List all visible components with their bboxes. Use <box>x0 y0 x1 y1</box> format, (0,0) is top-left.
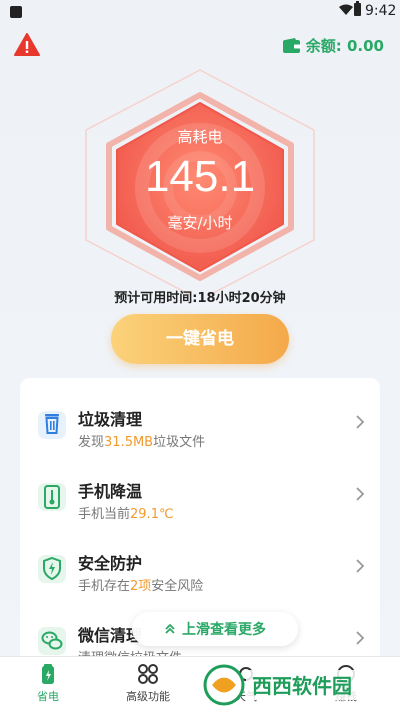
chevron-right-icon <box>356 631 365 645</box>
wallet-icon <box>282 38 301 53</box>
list-item-subtitle: 手机存在2项安全风险 <box>78 579 204 594</box>
status-bar: 9:42 <box>0 0 400 26</box>
meter-value: 145.1 <box>144 152 256 201</box>
wifi-icon <box>339 4 353 15</box>
chevron-right-icon <box>356 487 365 501</box>
chevron-right-icon <box>356 415 365 429</box>
warning-icon[interactable] <box>14 33 40 57</box>
list-item-subtitle: 手机当前29.1℃ <box>78 507 174 522</box>
watermark-logo: 西西软件园 <box>203 664 396 706</box>
nav-label: 省电 <box>37 690 59 703</box>
balance-display[interactable]: 余额: 0.00 <box>282 35 384 56</box>
trash-icon <box>38 411 66 439</box>
one-tap-save-button[interactable]: 一键省电 <box>111 314 289 364</box>
list-item-title: 垃圾清理 <box>78 410 143 429</box>
chevron-right-icon <box>356 559 365 573</box>
notification-icon <box>10 6 22 18</box>
battery-icon <box>42 664 54 684</box>
swipe-up-label: 上滑查看更多 <box>182 622 266 638</box>
list-item-title: 手机降温 <box>78 482 143 501</box>
list-item-junk-clean[interactable]: 垃圾清理 发现31.5MB垃圾文件 <box>20 388 380 460</box>
estimated-time: 预计可用时间:18小时20分钟 <box>114 291 286 306</box>
double-chevron-up-icon <box>165 623 175 634</box>
list-item-phone-cool[interactable]: 手机降温 手机当前29.1℃ <box>20 460 380 532</box>
wechat-icon <box>38 627 66 655</box>
list-item-security[interactable]: 安全防护 手机存在2项安全风险 <box>20 532 380 604</box>
nav-item-advanced[interactable]: 高级功能 <box>108 663 188 704</box>
status-time: 9:42 <box>365 3 397 19</box>
balance-text: 余额: 0.00 <box>305 37 384 55</box>
nav-item-power-save[interactable]: 省电 <box>8 663 88 704</box>
shield-icon <box>38 555 66 583</box>
battery-status-icon <box>354 3 361 16</box>
list-item-title: 安全防护 <box>78 554 143 573</box>
nav-label: 高级功能 <box>126 690 170 703</box>
thermometer-icon <box>38 483 66 511</box>
meter-title: 高耗电 <box>177 128 223 146</box>
swipe-up-more-button[interactable]: 上滑查看更多 <box>132 612 298 646</box>
list-item-subtitle: 发现31.5MB垃圾文件 <box>78 435 206 450</box>
grid-icon <box>138 664 158 684</box>
watermark-text: 西西软件园 <box>252 674 352 698</box>
meter-unit: 毫安/小时 <box>167 214 233 232</box>
